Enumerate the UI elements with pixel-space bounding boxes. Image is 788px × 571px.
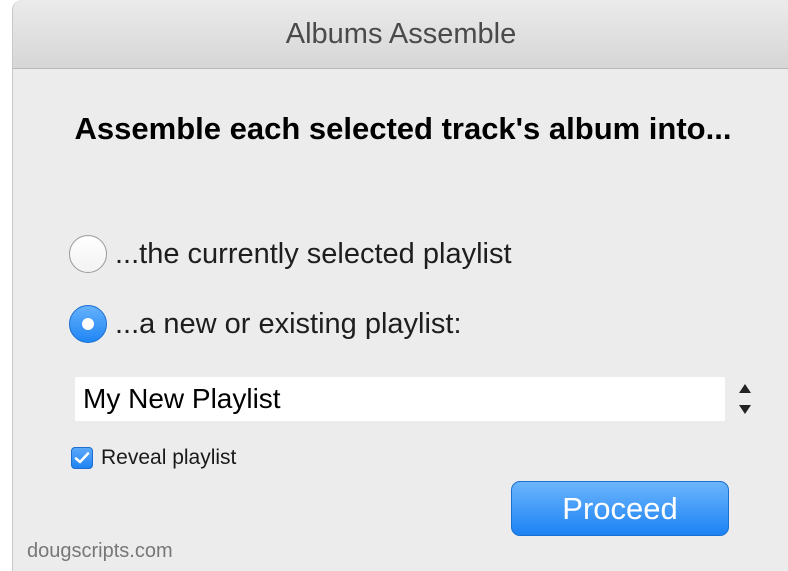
prompt-heading: Assemble each selected track's album int…	[74, 111, 732, 146]
title-bar[interactable]: Albums Assemble	[13, 0, 788, 69]
option-current-playlist[interactable]: ...the currently selected playlist	[69, 232, 512, 276]
checkmark-icon	[74, 452, 90, 464]
reveal-playlist-checkbox[interactable]	[71, 447, 93, 469]
dialog-window: Albums Assemble Assemble each selected t…	[12, 0, 788, 571]
option-new-playlist-label: ...a new or existing playlist:	[115, 307, 462, 340]
arrow-down-icon	[739, 405, 751, 414]
reveal-playlist-option[interactable]: Reveal playlist	[71, 445, 236, 471]
option-current-playlist-label: ...the currently selected playlist	[115, 237, 512, 270]
radio-button-unselected[interactable]	[69, 235, 107, 273]
radio-dot-icon	[82, 318, 94, 330]
proceed-button[interactable]: Proceed	[511, 481, 729, 536]
reveal-playlist-label: Reveal playlist	[101, 446, 237, 469]
arrow-up-icon	[739, 384, 751, 393]
option-new-playlist[interactable]: ...a new or existing playlist:	[69, 302, 462, 346]
playlist-name-combo[interactable]: My New Playlist	[75, 377, 725, 421]
window-title: Albums Assemble	[285, 18, 517, 50]
combo-stepper[interactable]	[737, 384, 753, 414]
credit-text: dougscripts.com	[27, 540, 173, 562]
radio-button-selected[interactable]	[69, 305, 107, 343]
